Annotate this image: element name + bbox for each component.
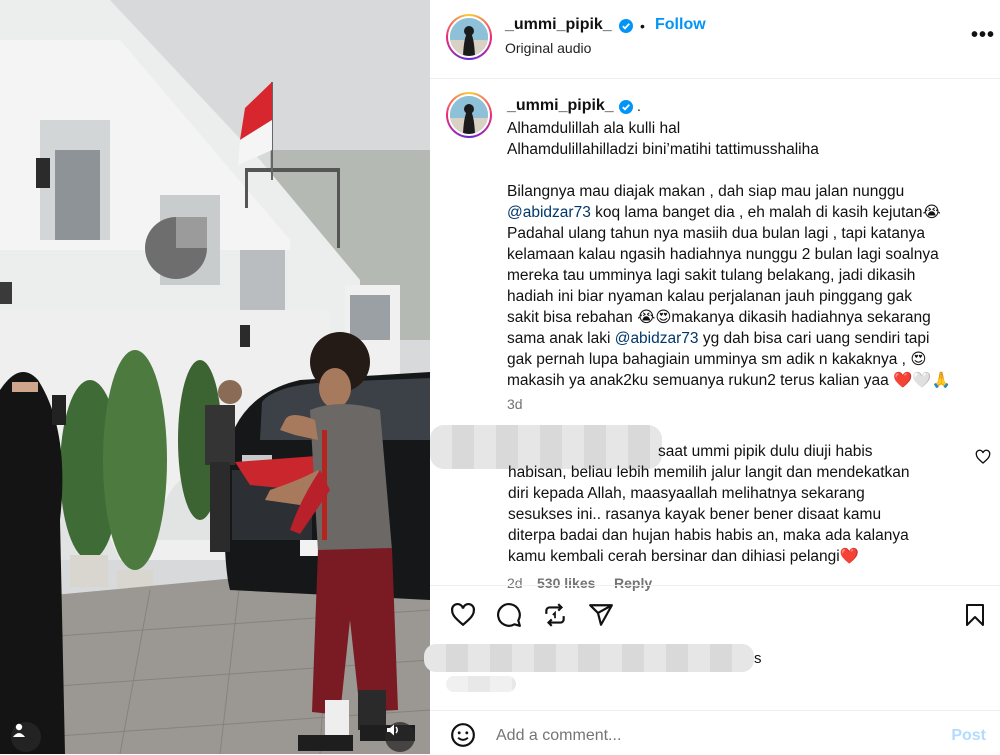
comment-line: diterpa badai dan hujan habis habis an, … xyxy=(508,527,909,544)
comment-button[interactable] xyxy=(494,600,524,630)
caption-line: mereka tau umminya lagi sakit tulang bel… xyxy=(507,267,916,284)
verified-badge-icon xyxy=(619,100,633,114)
comment-body: saat ummi pipik dulu diuji habis habisan… xyxy=(508,441,968,567)
caption-timestamp[interactable]: 3d xyxy=(507,396,523,412)
caption-line: makasih ya anak2ku semuanya rukun2 terus… xyxy=(507,372,951,389)
comment-line: diri kepada Allah, maasyaallah melihatny… xyxy=(508,485,865,502)
add-comment-input[interactable] xyxy=(496,727,896,745)
caption-line: ​ xyxy=(507,160,987,181)
caption-username[interactable]: _ummi_pipik_ xyxy=(507,97,614,115)
bookmark-icon xyxy=(966,604,984,626)
caption-line: Alhamdulillah ala kulli hal xyxy=(507,120,681,137)
caption-line: kelamaan kalau ngasih hadiahnya nunggu 2… xyxy=(507,246,939,263)
user-tag-button[interactable] xyxy=(11,722,41,752)
user-tag-icon xyxy=(13,723,25,737)
comment-line: saat ummi pipik dulu diuji habis xyxy=(658,443,873,460)
caption-line: Alhamdulillahilladzi bini’matihi tattimu… xyxy=(507,141,819,158)
liked-by-suffix: s xyxy=(754,650,762,667)
header-separator: • xyxy=(640,18,645,34)
caption-line: hadiah ini biar nyaman kalau perjalanan … xyxy=(507,288,913,305)
repost-button[interactable] xyxy=(540,600,570,630)
comment-like-heart-icon[interactable] xyxy=(975,449,991,465)
like-button[interactable] xyxy=(448,600,478,630)
comment-line: sesukses ini.. rasanya kayak bener bener… xyxy=(508,506,882,523)
caption-line: Bilangnya mau diajak makan , dah siap ma… xyxy=(507,183,905,200)
caption-line: sakit bisa rebahan 😭😍makanya dikasih had… xyxy=(507,309,931,326)
mention-link[interactable]: @abidzar73 xyxy=(615,330,699,347)
emoji-button[interactable] xyxy=(448,720,478,750)
share-icon xyxy=(589,604,613,626)
post-video[interactable] xyxy=(0,0,430,754)
more-options-icon[interactable]: ••• xyxy=(971,24,995,47)
post-detail-panel: _ummi_pipik_ • Follow Original audio •••… xyxy=(424,0,1000,755)
author-username[interactable]: _ummi_pipik_ xyxy=(505,16,612,34)
post-header: _ummi_pipik_ • Follow Original audio ••• xyxy=(430,0,1000,79)
emoji-icon xyxy=(451,723,475,747)
repost-icon xyxy=(545,603,565,627)
caption-line: gak pernah lupa bahagiain umminya sm adi… xyxy=(507,351,927,368)
caption-line-mention: sama anak laki @abidzar73 yg dah bisa ca… xyxy=(507,330,930,347)
original-audio-link[interactable]: Original audio xyxy=(505,40,591,56)
caption-line: Padahal ulang tahun nya masiih dua bulan… xyxy=(507,225,925,242)
save-button[interactable] xyxy=(960,600,990,630)
avatar-photo xyxy=(450,96,488,134)
video-frame xyxy=(0,0,430,754)
comment-line: kamu kembali cerah bersinar dan dihiasi … xyxy=(508,548,860,565)
follow-button[interactable]: Follow xyxy=(655,16,706,34)
add-comment-bar: Post xyxy=(430,710,1000,755)
caption-line-mention: @abidzar73 koq lama banget dia , eh mala… xyxy=(507,204,941,221)
caption-dot: . xyxy=(637,98,641,114)
audio-icon xyxy=(387,724,398,736)
mention-link[interactable]: @abidzar73 xyxy=(507,204,591,221)
post-caption: Alhamdulillah ala kulli hal Alhamdulilla… xyxy=(507,118,987,391)
share-button[interactable] xyxy=(586,600,616,630)
heart-icon xyxy=(451,602,475,627)
verified-badge-icon xyxy=(619,19,633,33)
comment-line: habisan, beliau lebih memilih jalur lang… xyxy=(508,464,910,481)
comment-icon xyxy=(497,603,521,627)
avatar-photo xyxy=(450,18,488,56)
redacted-date xyxy=(446,676,516,692)
redacted-liked-by xyxy=(424,644,754,672)
caption-author-avatar[interactable] xyxy=(446,92,492,138)
author-avatar[interactable] xyxy=(446,14,492,60)
post-comment-button[interactable]: Post xyxy=(951,727,986,745)
post-actions xyxy=(430,585,1000,646)
audio-toggle-button[interactable] xyxy=(385,722,415,752)
